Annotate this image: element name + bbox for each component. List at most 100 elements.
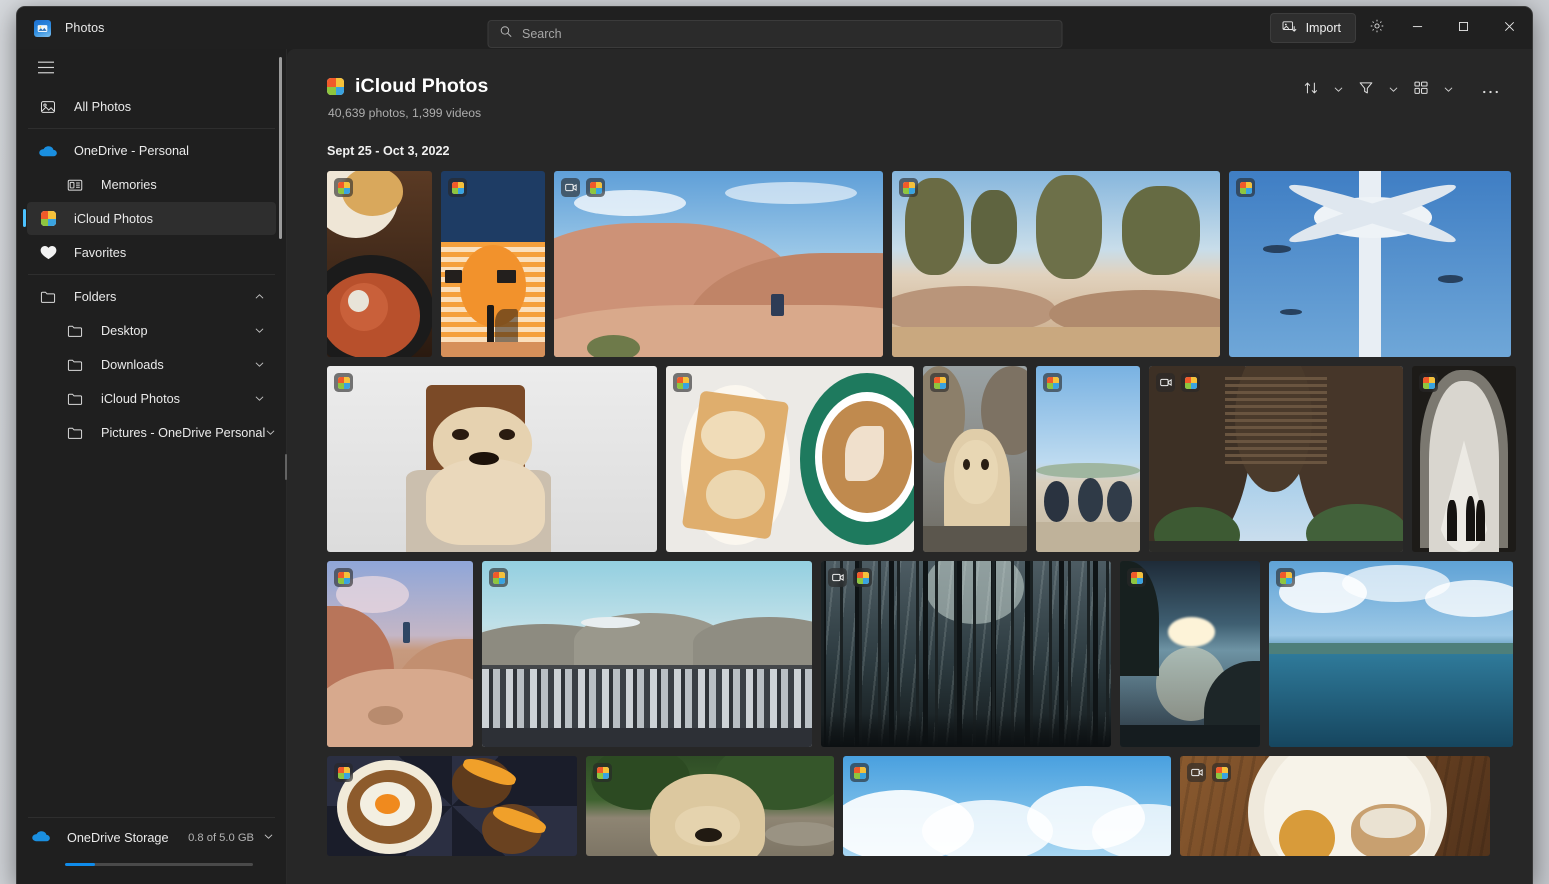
photo-thumbnail[interactable] bbox=[554, 171, 883, 357]
folder-icon bbox=[65, 324, 85, 338]
main-header: iCloud Photos 40,639 photos, 1,399 video… bbox=[287, 49, 1532, 120]
thumbnail-badges bbox=[593, 763, 612, 782]
ellipsis-icon bbox=[1482, 82, 1499, 100]
sidebar-item-favorites[interactable]: Favorites bbox=[27, 236, 276, 269]
photo-thumbnail[interactable] bbox=[1412, 366, 1516, 552]
photo-thumbnail[interactable] bbox=[1149, 366, 1403, 552]
import-button-label: Import bbox=[1306, 21, 1341, 35]
sidebar-item-label: All Photos bbox=[74, 100, 131, 114]
icloud-sync-badge bbox=[1212, 763, 1231, 782]
chevron-down-icon[interactable] bbox=[254, 325, 265, 336]
thumbnail-badges bbox=[1156, 373, 1200, 392]
sidebar-item-onedrive-personal[interactable]: OneDrive - Personal bbox=[27, 134, 276, 167]
photo-thumbnail[interactable] bbox=[843, 756, 1171, 856]
photo-thumbnail[interactable] bbox=[327, 366, 657, 552]
thumbnail-badges bbox=[1127, 568, 1146, 587]
search-placeholder: Search bbox=[522, 27, 562, 41]
photo-thumbnail[interactable] bbox=[327, 171, 432, 357]
icloud-photos-icon bbox=[38, 211, 58, 226]
sidebar-item-label: Memories bbox=[101, 178, 157, 192]
icloud-sync-badge bbox=[673, 373, 692, 392]
photo-thumbnail[interactable] bbox=[327, 756, 577, 856]
view-layout-button[interactable] bbox=[1407, 77, 1435, 104]
search-icon bbox=[499, 25, 512, 43]
photo-grid-scroll-area[interactable]: Sept 25 - Oct 3, 2022 bbox=[287, 120, 1532, 884]
icloud-sync-badge bbox=[899, 178, 918, 197]
thumbnail-badges bbox=[334, 178, 353, 197]
main-content-area: iCloud Photos 40,639 photos, 1,399 video… bbox=[287, 49, 1532, 884]
thumbnail-badges bbox=[561, 178, 605, 197]
settings-button[interactable] bbox=[1360, 13, 1394, 43]
desktop-background: Photos Search Import bbox=[0, 0, 1549, 884]
filter-button[interactable] bbox=[1352, 77, 1380, 104]
thumbnail-badges bbox=[1043, 373, 1062, 392]
sidebar-item-memories[interactable]: Memories bbox=[27, 168, 276, 201]
sort-button[interactable] bbox=[1297, 77, 1325, 104]
photo-thumbnail[interactable] bbox=[1120, 561, 1260, 747]
sidebar-item-downloads[interactable]: Downloads bbox=[27, 348, 276, 381]
chevron-down-icon bbox=[263, 829, 274, 847]
photo-thumbnail[interactable] bbox=[586, 756, 834, 856]
sidebar-item-all-photos[interactable]: All Photos bbox=[27, 90, 276, 123]
photo-row bbox=[327, 366, 1504, 552]
icloud-sync-badge bbox=[334, 568, 353, 587]
photo-thumbnail[interactable] bbox=[666, 366, 914, 552]
photo-thumbnail[interactable] bbox=[441, 171, 545, 357]
import-button[interactable]: Import bbox=[1270, 13, 1356, 43]
photo-thumbnail[interactable] bbox=[1036, 366, 1140, 552]
sidebar-item-icloud-photos[interactable]: iCloud Photos bbox=[27, 202, 276, 235]
minimize-icon bbox=[1412, 19, 1423, 37]
sort-dropdown-button[interactable] bbox=[1326, 77, 1351, 104]
chevron-down-icon[interactable] bbox=[254, 393, 265, 404]
photo-thumbnail[interactable] bbox=[892, 171, 1220, 357]
thumbnail-badges bbox=[448, 178, 467, 197]
filter-funnel-icon bbox=[1358, 80, 1374, 101]
app-title: Photos bbox=[65, 21, 105, 35]
close-button[interactable] bbox=[1486, 7, 1532, 49]
thumbnail-badges bbox=[828, 568, 872, 587]
view-layout-dropdown-button[interactable] bbox=[1436, 77, 1461, 104]
sidebar-item-icloud-photos[interactable]: iCloud Photos bbox=[27, 382, 276, 415]
storage-label: OneDrive Storage bbox=[67, 831, 169, 845]
toggle-navigation-button[interactable] bbox=[25, 51, 67, 89]
photo-row bbox=[327, 171, 1504, 357]
sidebar-resize-handle[interactable] bbox=[282, 49, 290, 884]
photo-thumbnail[interactable] bbox=[821, 561, 1111, 747]
photo-row bbox=[327, 756, 1504, 856]
import-photos-icon bbox=[1282, 19, 1297, 37]
thumbnail-badges bbox=[850, 763, 869, 782]
icloud-sync-badge bbox=[334, 178, 353, 197]
maximize-button[interactable] bbox=[1440, 7, 1486, 49]
chevron-down-icon bbox=[1388, 82, 1399, 100]
chevron-up-icon[interactable] bbox=[254, 291, 265, 302]
chevron-down-icon[interactable] bbox=[265, 427, 276, 438]
photo-thumbnail[interactable] bbox=[923, 366, 1027, 552]
footer-divider bbox=[28, 817, 275, 818]
photo-thumbnail[interactable] bbox=[482, 561, 812, 747]
sidebar-item-label: Desktop bbox=[101, 324, 148, 338]
sidebar-item-folders[interactable]: Folders bbox=[27, 280, 276, 313]
onedrive-storage-row[interactable]: OneDrive Storage 0.8 of 5.0 GB bbox=[17, 823, 286, 853]
minimize-button[interactable] bbox=[1394, 7, 1440, 49]
folder-icon bbox=[65, 426, 85, 440]
storage-progress-bar bbox=[65, 863, 253, 866]
icloud-sync-badge bbox=[489, 568, 508, 587]
search-input[interactable]: Search bbox=[487, 20, 1062, 48]
photo-thumbnail[interactable] bbox=[1229, 171, 1511, 357]
folder-icon bbox=[38, 290, 58, 304]
video-badge bbox=[828, 568, 847, 587]
memories-icon bbox=[65, 178, 85, 192]
chevron-down-icon[interactable] bbox=[254, 359, 265, 370]
sidebar-item-desktop[interactable]: Desktop bbox=[27, 314, 276, 347]
folder-icon bbox=[65, 358, 85, 372]
filter-dropdown-button[interactable] bbox=[1381, 77, 1406, 104]
sidebar-item-label: Downloads bbox=[101, 358, 164, 372]
sidebar-item-pictures-onedrive-personal[interactable]: Pictures - OneDrive Personal bbox=[27, 416, 276, 449]
more-options-button[interactable] bbox=[1476, 77, 1504, 104]
thumbnail-badges bbox=[334, 373, 353, 392]
photo-thumbnail[interactable] bbox=[327, 561, 473, 747]
photo-thumbnail[interactable] bbox=[1269, 561, 1513, 747]
photo-thumbnail[interactable] bbox=[1180, 756, 1490, 856]
header-titles: iCloud Photos 40,639 photos, 1,399 video… bbox=[327, 75, 488, 120]
photos-app-window: Photos Search Import bbox=[16, 6, 1533, 884]
